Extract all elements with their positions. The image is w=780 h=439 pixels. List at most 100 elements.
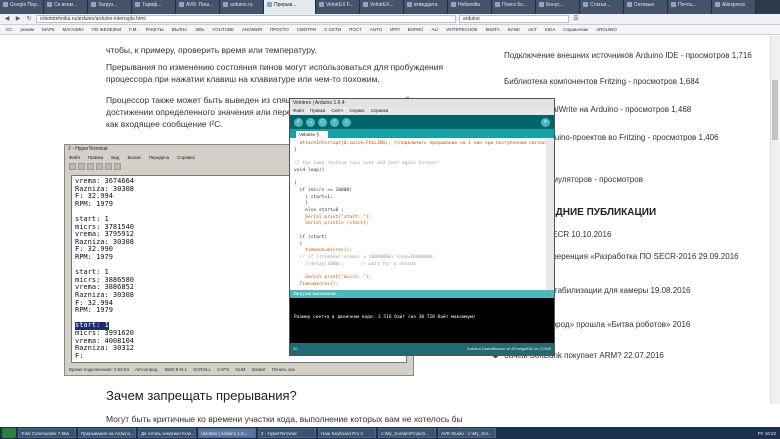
bookmark-link[interactable]: Справочник	[559, 25, 592, 34]
browser-tab[interactable]: Google Пер...	[0, 0, 44, 14]
taskbar-item[interactable]: 2 - HyperTerminal	[258, 428, 316, 438]
page-scrollbar-thumb[interactable]	[772, 80, 778, 140]
browser-tab[interactable]: Бонус...	[536, 0, 580, 14]
reload-icon[interactable]: ↻	[25, 15, 33, 23]
menu-item[interactable]: Вид	[111, 155, 119, 161]
browser-tab[interactable]: Hellomitla	[448, 0, 492, 14]
menu-item[interactable]: Правка	[310, 108, 325, 114]
taskbar-item[interactable]: Наш Keyboard Pro 4	[318, 428, 376, 438]
save-icon[interactable]: ↓	[342, 117, 351, 127]
menu-item[interactable]: Справка	[371, 108, 389, 114]
browser-tab-label: Hellomitla	[458, 2, 480, 8]
tab-velotrex[interactable]: Velotrex §	[296, 131, 328, 138]
bookmark-link[interactable]: YOUTUBE	[208, 25, 238, 34]
favicon-icon	[671, 2, 676, 7]
browser-tab[interactable]: Прерыв...	[264, 0, 316, 14]
browser-tab[interactable]: Тариф...	[132, 0, 176, 14]
browser-tab[interactable]: Загруз...	[88, 0, 132, 14]
bookmark-link[interactable]: режим	[17, 25, 39, 34]
code-line: {	[294, 181, 297, 187]
search-input[interactable]: arduino	[459, 15, 569, 23]
bookmark-link[interactable]: АНОМИЯ	[238, 25, 266, 34]
editor-scrollbar[interactable]	[546, 138, 554, 290]
code-line: {	[294, 241, 303, 247]
browser-tab[interactable]: Сетевые	[624, 0, 668, 14]
new-icon[interactable]: □	[318, 117, 327, 127]
popular-post-link[interactable]: Библиотека компонентов Fritzing - просмо…	[504, 76, 764, 87]
code-editor[interactable]: attachInterrupt(0,swise,FALLING); //подк…	[290, 138, 546, 290]
browser-tab-bar: Google Пер... Се всем... Загруз... Тариф...…	[0, 0, 780, 14]
menu-item[interactable]: Файл	[293, 108, 304, 114]
bookmark-link[interactable]: БОРИС	[404, 25, 428, 34]
url-field[interactable]: robototehnika.ru/arduino/arduino-interru…	[36, 15, 456, 23]
taskbar-item[interactable]: Total Commander 7.56a	[18, 428, 76, 438]
bookmark-link[interactable]: С-СЕТИ	[320, 25, 345, 34]
bookmark-link[interactable]: ПРОСТО	[266, 25, 293, 34]
bookmark-link[interactable]: МАРК	[38, 25, 58, 34]
taskbar-item[interactable]: Де готовь энергию! Kow...	[138, 428, 196, 438]
status-field: NUM	[235, 367, 246, 372]
bookmark-link[interactable]: ALI	[428, 25, 443, 34]
browser-tab-label: Статьи...	[590, 2, 611, 8]
menu-item[interactable]: Сервис	[349, 108, 364, 114]
menu-icon[interactable]: ☰	[572, 15, 580, 23]
browser-tab[interactable]: Поиск бо...	[492, 0, 536, 14]
open-icon[interactable]: ↑	[330, 117, 339, 127]
browser-tab[interactable]: arduino.ru	[220, 0, 264, 14]
taskbar-item[interactable]: Прерывания на Arduino...	[78, 428, 136, 438]
browser-tab[interactable]: VelotrEX F...	[316, 0, 360, 14]
popular-post-link[interactable]: Подключение внешних источников Arduino I…	[504, 50, 764, 61]
serial-monitor-icon[interactable]: ⌕	[541, 117, 550, 127]
bookmark-link[interactable]: КНИГА	[482, 25, 504, 34]
menu-item[interactable]: Вызов	[127, 155, 140, 161]
menu-item[interactable]: Файл	[69, 155, 80, 161]
browser-tab[interactable]: втведдета	[404, 0, 448, 14]
bookmark-link[interactable]: BANK	[504, 25, 524, 34]
bookmark-link[interactable]: ИРП	[386, 25, 403, 34]
menu-item[interactable]: Правка	[88, 155, 103, 161]
bookmark-link[interactable]: KIDA	[541, 25, 560, 34]
bookmark-link[interactable]: ARDUINO	[592, 25, 621, 34]
bookmark-link[interactable]: ВЪЛНА	[168, 25, 192, 34]
browser-tab[interactable]: Почта...	[668, 0, 712, 14]
browser-tab[interactable]: Се всем...	[44, 0, 88, 14]
bookmark-link[interactable]: F.M.	[125, 25, 142, 34]
bookmark-link[interactable]: МАГАЗИН	[58, 25, 87, 34]
bookmark-link[interactable]: ПОСТ	[345, 25, 366, 34]
ide-console: Размер скетча в двоичном коде: 3 516 бай…	[290, 298, 554, 343]
browser-tab[interactable]: Статьи...	[580, 0, 624, 14]
code-line: if (start)	[294, 234, 328, 240]
new-icon[interactable]	[69, 163, 76, 170]
code-line: Serial.println (start);	[294, 221, 369, 227]
connect-icon[interactable]	[87, 163, 94, 170]
back-icon[interactable]: ◀	[3, 15, 11, 23]
browser-tab[interactable]: Aliexpress	[712, 0, 756, 14]
taskbar-item[interactable]: AVR Studio - c:\My_Sur...	[438, 428, 496, 438]
bookmark-link[interactable]: СС	[2, 25, 17, 34]
start-button[interactable]	[2, 428, 16, 438]
open-icon[interactable]	[78, 163, 85, 170]
menu-item[interactable]: Скетч	[331, 108, 343, 114]
send-icon[interactable]	[105, 163, 112, 170]
properties-icon[interactable]	[114, 163, 121, 170]
bookmark-link[interactable]: AKT	[524, 25, 541, 34]
bookmark-link[interactable]: ЗВЪ	[191, 25, 208, 34]
bookmark-link[interactable]: РАКЕТЫ	[142, 25, 168, 34]
bookmark-link[interactable]: ПО ЖЕЛЕЗКИ	[88, 25, 126, 34]
menu-item[interactable]: Передача	[149, 155, 170, 161]
upload-icon[interactable]: →	[306, 117, 315, 127]
bookmark-link[interactable]: СМОТРИ	[293, 25, 320, 34]
taskbar: Total Commander 7.56a Прерывания на Ardui…	[0, 427, 780, 439]
bookmark-link[interactable]: ANTO	[366, 25, 386, 34]
console-line: Размер скетча в двоичном коде: 3 516 бай…	[294, 315, 476, 320]
taskbar-item[interactable]: c:\My_Suratin\Project\...	[378, 428, 436, 438]
taskbar-item[interactable]: Velotrex | Arduino 1.6...	[198, 428, 256, 438]
browser-tab[interactable]: VelotrEX...	[360, 0, 404, 14]
bookmark-link[interactable]: ИНТЕРЕСНОЕ	[442, 25, 481, 34]
forward-icon[interactable]: ▶	[14, 15, 22, 23]
favicon-icon	[451, 2, 456, 7]
verify-icon[interactable]: ✓	[294, 117, 303, 127]
menu-item[interactable]: Справка	[177, 155, 195, 161]
disconnect-icon[interactable]	[96, 163, 103, 170]
browser-tab[interactable]: AVR: Пиш...	[176, 0, 220, 14]
